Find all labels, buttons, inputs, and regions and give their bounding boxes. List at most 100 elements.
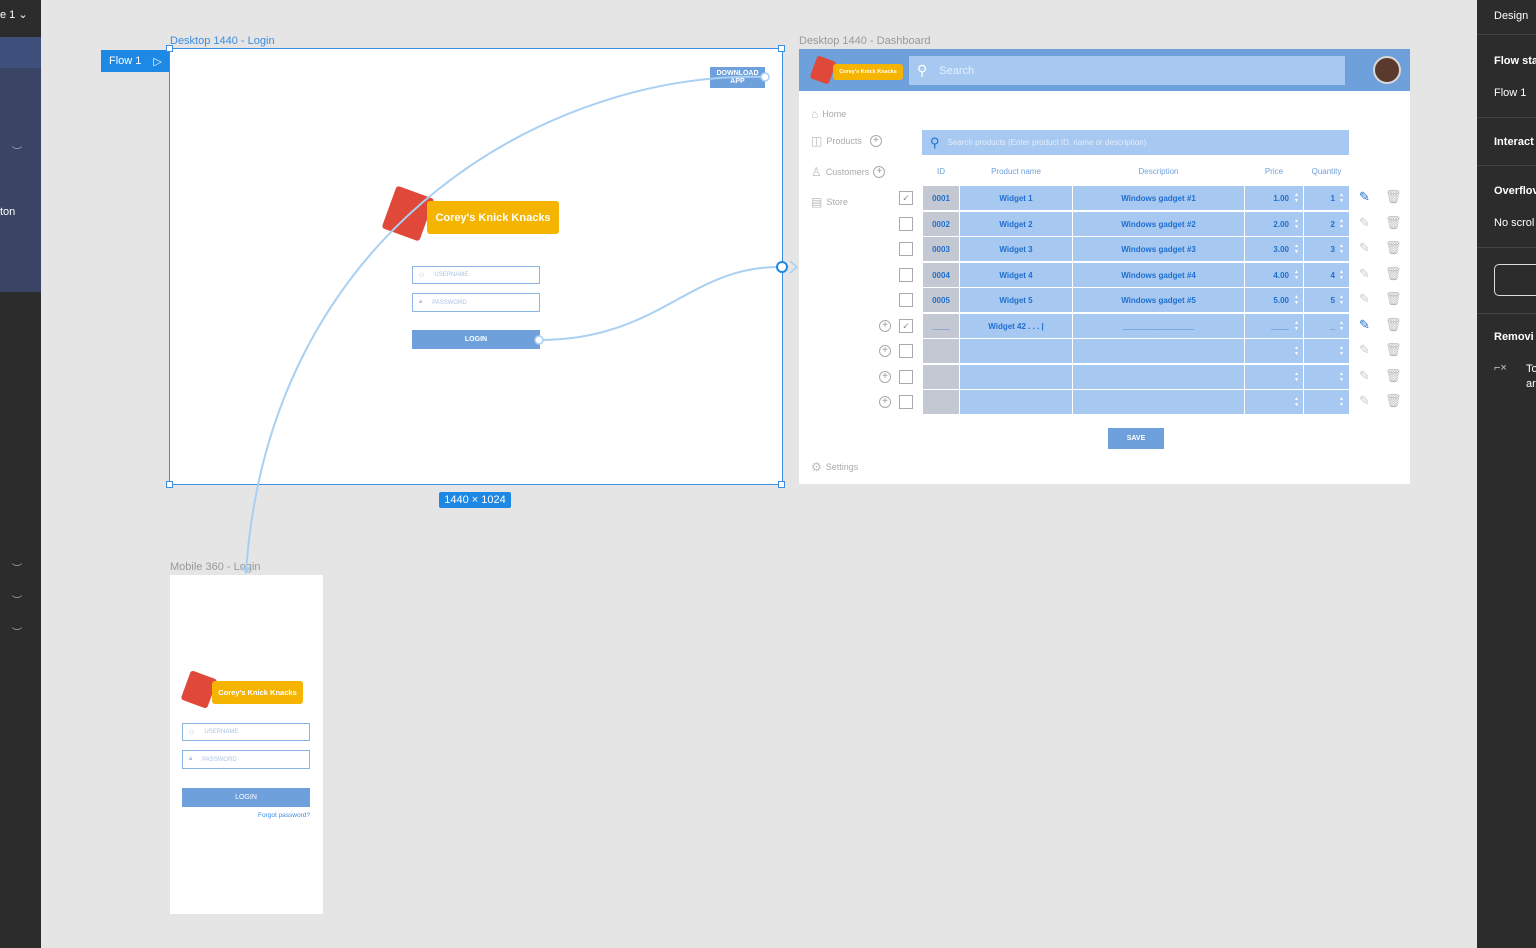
layer-group[interactable] [0,68,41,292]
play-icon[interactable]: ▷ [153,55,161,68]
add-icon[interactable]: + [869,135,882,147]
save-button[interactable]: SAVE [1108,428,1164,449]
cell-id[interactable]: 0004 [923,263,959,287]
stepper-icon[interactable]: ▲ ▼ [1292,345,1301,357]
stepper-icon[interactable]: ▲ ▼ [1337,320,1346,332]
add-row-icon[interactable]: + [879,320,891,332]
login-frame[interactable]: DOWNLOAD APP Corey's Knick Knacks ⚇ USERN… [170,49,782,484]
cell-id[interactable]: 0001 [923,186,959,210]
nav-settings[interactable]: ⚙ Settings [811,460,858,474]
stepper-icon[interactable]: ▲ ▼ [1292,243,1301,255]
cell-product-name[interactable] [960,390,1072,414]
download-app-button[interactable]: DOWNLOAD APP [710,67,765,88]
tab-design[interactable]: Design [1494,10,1528,22]
stepper-icon[interactable]: ▲ ▼ [1337,192,1346,204]
login-button[interactable]: LOGIN [182,788,310,807]
row-checkbox[interactable]: ✓ [899,319,913,333]
stepper-icon[interactable]: ▲ ▼ [1292,294,1301,306]
add-row-icon[interactable]: + [879,345,891,357]
edit-pencil-icon[interactable]: ✎ [1359,240,1370,256]
cell-id[interactable] [923,390,959,414]
cell-description[interactable]: Windows gadget #3 [1073,237,1244,261]
page-selector[interactable]: e 1 ⌄ [0,8,28,21]
edit-pencil-icon[interactable]: ✎ [1359,317,1370,333]
stepper-icon[interactable]: ▲ ▼ [1292,269,1301,281]
hidden-eye-icon[interactable]: ︶ [12,624,22,639]
cell-product-name[interactable]: Widget 42 . . . | [960,314,1072,338]
global-search[interactable]: ⚲ Search [909,56,1345,85]
trash-icon[interactable]: 🗑︎ [1385,368,1402,384]
add-row-icon[interactable]: + [879,396,891,408]
row-checkbox[interactable] [899,293,913,307]
dashboard-frame[interactable]: Corey's Knick Knacks ⚲ Search ⌂ Home ◫ Prod… [799,49,1410,484]
cell-description[interactable]: ________________ [1073,314,1244,338]
nav-customers[interactable]: ♙ Customers + [811,165,886,179]
trash-icon[interactable]: 🗑︎ [1385,189,1402,205]
resize-handle[interactable] [778,45,785,52]
cell-description[interactable] [1073,390,1244,414]
cell-product-name[interactable]: Widget 4 [960,263,1072,287]
stepper-icon[interactable]: ▲ ▼ [1337,243,1346,255]
hidden-eye-icon[interactable]: ︶ [12,143,22,158]
cell-description[interactable] [1073,365,1244,389]
hidden-eye-icon[interactable]: ︶ [12,592,22,607]
mobile-login-frame[interactable]: Corey's Knick Knacks ⚇ USERNAME 🔒︎ PASSWOR… [170,575,323,914]
row-checkbox[interactable]: ✓ [899,191,913,205]
resize-handle[interactable] [778,481,785,488]
row-checkbox[interactable] [899,217,913,231]
edit-pencil-icon[interactable]: ✎ [1359,342,1370,358]
stepper-icon[interactable]: ▲ ▼ [1337,218,1346,230]
stepper-icon[interactable]: ▲ ▼ [1292,218,1301,230]
resize-handle[interactable] [166,45,173,52]
cell-description[interactable]: Windows gadget #4 [1073,263,1244,287]
cell-product-name[interactable]: Widget 2 [960,212,1072,236]
panel-button[interactable] [1494,264,1536,296]
row-checkbox[interactable] [899,344,913,358]
forgot-password-link[interactable]: Forgot password? [230,812,310,819]
edit-pencil-icon[interactable]: ✎ [1359,266,1370,282]
nav-products[interactable]: ◫ Products + [811,134,882,148]
stepper-icon[interactable]: ▲ ▼ [1292,396,1301,408]
flow-name[interactable]: Flow 1 [1494,87,1526,99]
row-checkbox[interactable] [899,242,913,256]
add-row-icon[interactable]: + [879,371,891,383]
cell-product-name[interactable] [960,339,1072,363]
resize-handle[interactable] [166,481,173,488]
row-checkbox[interactable] [899,268,913,282]
stepper-icon[interactable]: ▲ ▼ [1337,269,1346,281]
cell-product-name[interactable]: Widget 3 [960,237,1072,261]
edit-pencil-icon[interactable]: ✎ [1359,215,1370,231]
layer-item-label[interactable]: ton [0,206,15,218]
cell-product-name[interactable]: Widget 1 [960,186,1072,210]
cell-id[interactable]: ____ [923,314,959,338]
trash-icon[interactable]: 🗑︎ [1385,215,1402,231]
avatar[interactable] [1373,56,1401,84]
edit-pencil-icon[interactable]: ✎ [1359,393,1370,409]
trash-icon[interactable]: 🗑︎ [1385,291,1402,307]
row-checkbox[interactable] [899,395,913,409]
cell-id[interactable] [923,339,959,363]
flow-start-badge[interactable]: Flow 1 ▷ [101,50,170,72]
cell-description[interactable]: Windows gadget #2 [1073,212,1244,236]
password-field[interactable]: 🔒︎ PASSWORD [182,750,310,769]
layer-selected[interactable] [0,37,41,68]
stepper-icon[interactable]: ▲ ▼ [1337,371,1346,383]
cell-id[interactable]: 0002 [923,212,959,236]
trash-icon[interactable]: 🗑︎ [1385,393,1402,409]
password-field[interactable]: 🔒︎ PASSWORD [412,293,540,312]
product-search[interactable]: ⚲ Search products (Enter product ID, name… [922,130,1349,155]
overflow-value[interactable]: No scrol [1494,217,1534,229]
row-checkbox[interactable] [899,370,913,384]
frame-label-dashboard[interactable]: Desktop 1440 - Dashboard [799,35,930,47]
stepper-icon[interactable]: ▲ ▼ [1292,192,1301,204]
cell-product-name[interactable] [960,365,1072,389]
frame-label-mobile[interactable]: Mobile 360 - Login [170,561,261,573]
edit-pencil-icon[interactable]: ✎ [1359,291,1370,307]
cell-id[interactable] [923,365,959,389]
edit-pencil-icon[interactable]: ✎ [1359,368,1370,384]
stepper-icon[interactable]: ▲ ▼ [1337,345,1346,357]
cell-id[interactable]: 0003 [923,237,959,261]
trash-icon[interactable]: 🗑︎ [1385,240,1402,256]
nav-store[interactable]: ▤ Store [811,195,848,209]
frame-label-login[interactable]: Desktop 1440 - Login [170,35,275,47]
